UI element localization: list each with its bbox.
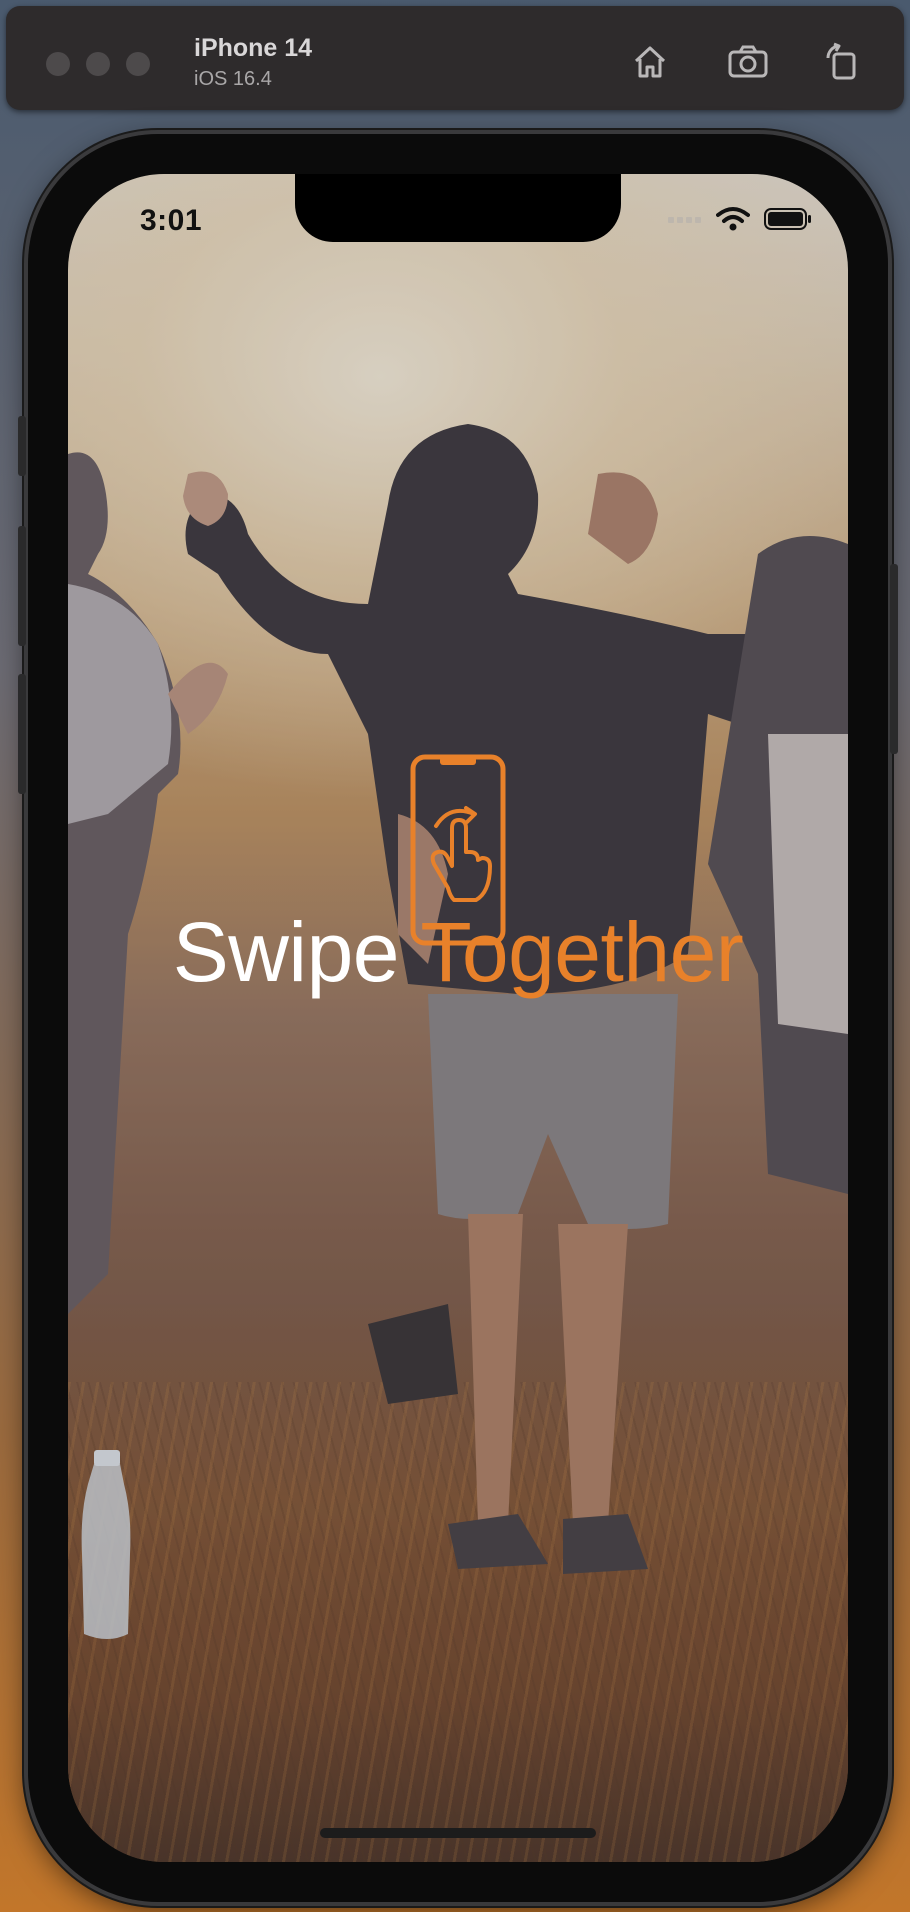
iphone-device-frame: 3:01 Swipe Together — [18, 134, 898, 1902]
window-zoom-button[interactable] — [126, 52, 150, 76]
home-icon[interactable] — [628, 40, 672, 84]
volume-down-button[interactable] — [18, 674, 26, 794]
title-word-together: Together — [420, 905, 744, 999]
power-button[interactable] — [890, 564, 898, 754]
battery-icon — [764, 208, 811, 230]
device-name: iPhone 14 — [194, 34, 313, 62]
screenshot-camera-icon[interactable] — [726, 40, 770, 84]
window-minimize-button[interactable] — [86, 52, 110, 76]
os-version: iOS 16.4 — [194, 68, 272, 90]
status-time: 3:01 — [140, 204, 203, 237]
app-screen[interactable]: 3:01 Swipe Together — [68, 174, 848, 1862]
device-notch — [295, 174, 621, 242]
title-word-swipe: Swipe — [172, 905, 400, 999]
simulator-toolbar: iPhone 14 iOS 16.4 — [6, 6, 904, 110]
signal-icon — [668, 217, 701, 223]
window-close-button[interactable] — [46, 52, 70, 76]
volume-up-button[interactable] — [18, 526, 26, 646]
wifi-icon — [716, 207, 750, 231]
rotate-icon[interactable] — [820, 40, 864, 84]
silent-switch[interactable] — [18, 416, 26, 476]
status-icons — [668, 204, 812, 234]
dark-overlay — [68, 174, 848, 1862]
app-title: Swipe Together — [68, 902, 848, 1002]
home-indicator[interactable] — [320, 1828, 596, 1838]
